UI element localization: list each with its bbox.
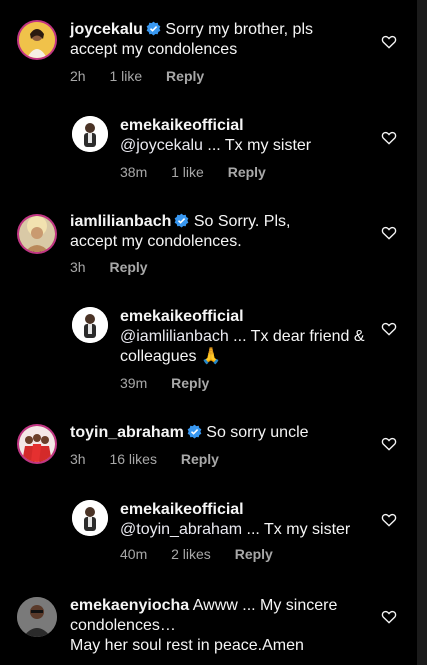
comment-text-block: emekaikeofficial @joycekalu ... Tx my si… (120, 116, 375, 156)
reply-emekaikeofficial: emekaikeofficial @iamlilianbach ... Tx d… (0, 295, 417, 405)
mention-link[interactable]: @iamlilianbach (120, 328, 229, 345)
reply-emekaikeofficial: emekaikeofficial @toyin_abraham ... Tx m… (0, 490, 417, 580)
comment-meta: 3h 16 likes Reply (70, 451, 239, 467)
verified-badge-icon (146, 21, 161, 36)
comment-meta: 38m 1 like Reply (120, 164, 286, 180)
comment-time: 3h (70, 259, 86, 275)
comment-emekaenyiocha: emekaenyiocha Awww ... My sincere condol… (0, 585, 417, 665)
avatar-joycekalu-image (19, 22, 55, 58)
comment-meta: 39m Reply (120, 375, 229, 391)
username[interactable]: emekaikeofficial (120, 117, 244, 134)
like-count[interactable]: 1 like (109, 68, 142, 84)
heart-outline-icon[interactable] (381, 436, 397, 452)
comment-text: ... Tx my sister (242, 521, 351, 538)
comment-time: 38m (120, 164, 148, 180)
mention-link[interactable]: @joycekalu (120, 137, 203, 154)
avatar-emekaikeofficial-image (72, 116, 108, 152)
comment-time: 2h (70, 68, 86, 84)
comment-time: 40m (120, 546, 148, 562)
username[interactable]: emekaikeofficial (120, 308, 244, 325)
heart-outline-icon[interactable] (381, 34, 397, 50)
like-count[interactable]: 2 likes (171, 546, 211, 562)
reply-button[interactable]: Reply (235, 546, 273, 562)
verified-badge-icon (175, 213, 189, 228)
heart-outline-icon[interactable] (381, 512, 397, 528)
avatar-toyin-abraham-image (19, 426, 55, 462)
reply-button[interactable]: Reply (181, 451, 219, 467)
scrollbar-track[interactable] (417, 0, 427, 665)
comment-text-block: emekaenyiocha Awww ... My sincere condol… (70, 596, 370, 656)
reply-button[interactable]: Reply (171, 375, 209, 391)
comment-text-block: emekaikeofficial @toyin_abraham ... Tx m… (120, 500, 375, 540)
comment-text-block: emekaikeofficial @iamlilianbach ... Tx d… (120, 307, 375, 367)
comment-text: So sorry uncle (206, 424, 309, 441)
like-count[interactable]: 1 like (171, 164, 204, 180)
username[interactable]: toyin_abraham (70, 424, 184, 441)
avatar-iamlilianbach-image (19, 216, 55, 252)
comment-text-block: toyin_abraham So sorry uncle (70, 423, 340, 443)
reply-button[interactable]: Reply (228, 164, 266, 180)
heart-outline-icon[interactable] (381, 609, 397, 625)
username[interactable]: emekaikeofficial (120, 501, 244, 518)
avatar-toyin-abraham[interactable] (17, 424, 57, 464)
avatar-emekaikeofficial-image (72, 500, 108, 536)
avatar-emekaikeofficial[interactable] (72, 307, 108, 343)
username[interactable]: emekaenyiocha (70, 597, 189, 614)
username[interactable]: joycekalu (70, 21, 143, 38)
reply-button[interactable]: Reply (109, 259, 147, 275)
reply-button[interactable]: Reply (166, 68, 204, 84)
verified-badge-icon (187, 424, 202, 439)
comment-time: 3h (70, 451, 86, 467)
avatar-emekaenyiocha-image (17, 597, 57, 637)
avatar-emekaikeofficial-image (72, 307, 108, 343)
avatar-emekaenyiocha[interactable] (17, 597, 57, 637)
heart-outline-icon[interactable] (381, 225, 397, 241)
comment-meta: 2h 1 like Reply (70, 68, 224, 84)
comment-text-block: joycekalu Sorry my brother, pls accept m… (70, 20, 340, 60)
avatar-joycekalu[interactable] (17, 20, 57, 60)
comment-time: 39m (120, 375, 148, 391)
comment-text-block: iamlilianbach So Sorry. Pls, accept my c… (70, 212, 340, 252)
username[interactable]: iamlilianbach (70, 213, 171, 230)
avatar-emekaikeofficial[interactable] (72, 500, 108, 536)
comment-joycekalu: joycekalu Sorry my brother, pls accept m… (0, 0, 417, 100)
comment-text: ... Tx my sister (202, 137, 312, 154)
avatar-iamlilianbach[interactable] (17, 214, 57, 254)
comment-toyin-abraham: toyin_abraham So sorry uncle 3h 16 likes… (0, 410, 417, 490)
like-count[interactable]: 16 likes (109, 451, 156, 467)
avatar-emekaikeofficial[interactable] (72, 116, 108, 152)
heart-outline-icon[interactable] (381, 130, 397, 146)
comment-iamlilianbach: iamlilianbach So Sorry. Pls, accept my c… (0, 200, 417, 295)
mention-link[interactable]: @toyin_abraham (120, 521, 242, 538)
heart-outline-icon[interactable] (381, 321, 397, 337)
reply-emekaikeofficial: emekaikeofficial @joycekalu ... Tx my si… (0, 100, 417, 190)
comment-meta: 3h Reply (70, 259, 168, 275)
comment-text-line2: May her soul rest in peace.Amen (70, 637, 304, 654)
comment-meta: 40m 2 likes Reply (120, 546, 293, 562)
